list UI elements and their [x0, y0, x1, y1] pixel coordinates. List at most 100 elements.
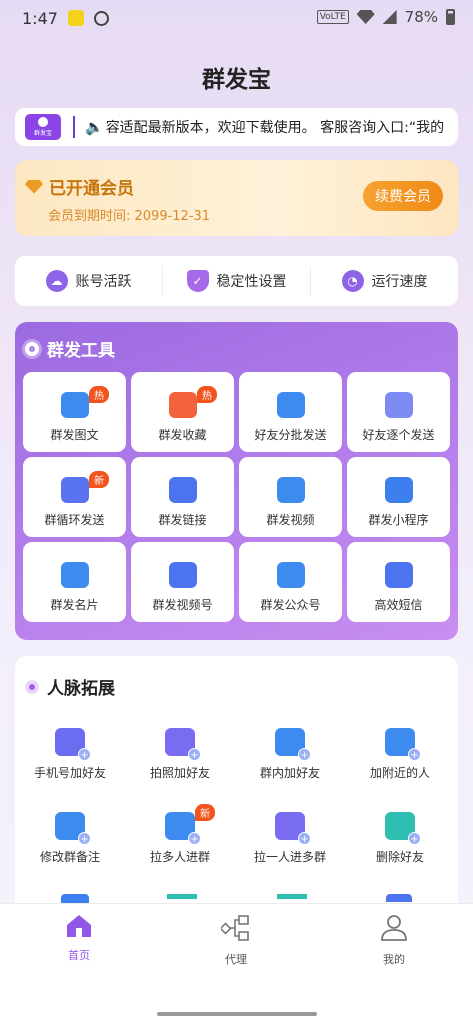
notice-divider: [73, 116, 75, 138]
renew-vip-button[interactable]: 续费会员: [363, 181, 443, 211]
network-expansion-section: 人脉拓展 + 手机号加好友 + 拍照加好友 + 群内加好友 + 加附近的人 + 修改群备注 + 新拉多…: [15, 656, 458, 916]
badge: 新: [89, 471, 109, 488]
gesture-home-bar[interactable]: [157, 1012, 317, 1016]
bottom-tab-bar: 首页 代理 我的: [0, 903, 473, 1024]
tool-label: 好友分批发送: [254, 428, 327, 442]
section-title: 人脉拓展: [47, 679, 115, 699]
network-item[interactable]: + 手机号加好友: [15, 726, 125, 810]
section-dot-icon: [25, 679, 39, 694]
tool-label: 群发视频号: [152, 598, 213, 612]
battery-level: 78%: [404, 8, 438, 26]
feature-label: 稳定性设置: [216, 274, 287, 290]
feature-stability[interactable]: ✓ 稳定性设置: [163, 266, 311, 296]
badge: 热: [89, 386, 109, 403]
mass-send-tools-section: 群发工具 热群发图文热群发收藏 好友分批发送 好友逐个发送新群循环发送 群发链接 群发视…: [15, 322, 458, 640]
network-item[interactable]: + 新拉多人进群: [125, 804, 235, 894]
plus-icon: +: [298, 832, 311, 845]
account-active-icon: ☁: [45, 270, 68, 292]
batch-send-icon: [276, 392, 305, 418]
battery-icon: [446, 9, 455, 25]
feature-speed[interactable]: ◔ 运行速度: [311, 266, 458, 296]
tab-agent[interactable]: 代理: [196, 914, 276, 967]
network-item[interactable]: + 拍照加好友: [125, 726, 235, 810]
tab-mine[interactable]: 我的: [354, 914, 434, 967]
logo-text: 群发宝: [33, 130, 52, 137]
paper-plane-icon: [384, 477, 413, 503]
home-icon: [67, 915, 91, 937]
network-item[interactable]: + 拉一人进多群: [235, 810, 345, 894]
tool-tile[interactable]: 群发视频: [239, 457, 342, 537]
profile-icon: [381, 915, 407, 941]
plus-icon: +: [78, 748, 91, 761]
section-title: 群发工具: [47, 341, 115, 361]
notice-bar[interactable]: 群发宝 🔈 容适配最新版本，欢迎下载使用。 客服咨询入口:“我的: [15, 108, 458, 146]
tool-tile[interactable]: 群发名片: [23, 542, 126, 622]
network-item[interactable]: + 加附近的人: [345, 726, 455, 810]
plus-icon: +: [408, 832, 421, 845]
badge: 新: [195, 804, 215, 821]
tool-label: 群发图文: [50, 428, 99, 442]
tool-tile[interactable]: 群发链接: [131, 457, 234, 537]
badge: 热: [197, 386, 217, 403]
tool-tile[interactable]: 热群发图文: [23, 372, 126, 452]
signal-icon: [382, 10, 397, 24]
tool-label: 群发小程序: [368, 513, 429, 527]
network-grid: + 手机号加好友 + 拍照加好友 + 群内加好友 + 加附近的人 + 修改群备注 + 新拉多人进群 + 拉…: [15, 726, 458, 894]
vip-title-row: 已开通会员: [25, 174, 134, 199]
plus-icon: +: [298, 748, 311, 761]
tool-tile[interactable]: 好友逐个发送: [347, 372, 450, 452]
chat-bubble-icon: [60, 392, 89, 418]
plus-icon: +: [188, 748, 201, 761]
tool-tile[interactable]: 热群发收藏: [131, 372, 234, 452]
logo-person-icon: [38, 117, 48, 127]
section-dot-icon: [25, 341, 39, 356]
feature-strip: ☁ 账号活跃 ✓ 稳定性设置 ◔ 运行速度: [15, 256, 458, 306]
speaker-icon: 🔈: [85, 118, 104, 136]
section-header: 人脉拓展: [25, 674, 115, 699]
tool-label: 群发链接: [158, 513, 207, 527]
star-folder-icon: [168, 392, 197, 418]
volte-indicator: VoLTE: [316, 10, 349, 24]
tool-tile[interactable]: 新群循环发送: [23, 457, 126, 537]
vip-card: 已开通会员 会员到期时间: 2099-12-31 续费会员: [15, 160, 458, 236]
network-item[interactable]: + 群内加好友: [235, 726, 345, 810]
link-icon: [168, 477, 197, 503]
tab-label: 代理: [225, 953, 247, 966]
official-account-icon: [276, 562, 305, 588]
dnd-icon: [93, 10, 109, 26]
network-label: 加附近的人: [369, 766, 430, 780]
tool-tile[interactable]: 好友分批发送: [239, 372, 342, 452]
feature-label: 运行速度: [371, 274, 428, 290]
tool-tile[interactable]: 群发小程序: [347, 457, 450, 537]
speedometer-icon: ◔: [341, 270, 364, 292]
feature-account-active[interactable]: ☁ 账号活跃: [15, 266, 163, 296]
edit-note-icon: +: [55, 812, 91, 845]
tool-tile[interactable]: 高效短信: [347, 542, 450, 622]
location-user-icon: +: [385, 728, 421, 761]
tool-label: 高效短信: [374, 598, 423, 612]
network-label: 拍照加好友: [149, 766, 210, 780]
network-item[interactable]: + 修改群备注: [15, 810, 125, 894]
tool-tile[interactable]: 群发公众号: [239, 542, 342, 622]
network-item[interactable]: + 删除好友: [345, 810, 455, 894]
sms-icon: [384, 562, 413, 588]
video-channel-icon: [168, 562, 197, 588]
wifi-icon: [356, 10, 375, 24]
tool-label: 群循环发送: [44, 513, 105, 527]
network-label: 删除好友: [375, 850, 424, 864]
tools-grid: 热群发图文热群发收藏 好友分批发送 好友逐个发送新群循环发送 群发链接 群发视频 群发小程…: [23, 372, 450, 622]
tab-home[interactable]: 首页: [39, 914, 119, 963]
notification-app-icon: [67, 10, 84, 26]
tool-label: 好友逐个发送: [362, 428, 435, 442]
feature-label: 账号活跃: [75, 274, 132, 290]
tool-label: 群发视频: [266, 513, 315, 527]
invite-many-icon: +: [165, 812, 201, 845]
plus-icon: +: [188, 832, 201, 845]
page-title: 群发宝: [202, 67, 271, 93]
tab-label: 首页: [68, 949, 90, 962]
tab-label: 我的: [383, 953, 405, 966]
tool-tile[interactable]: 群发视频号: [131, 542, 234, 622]
group-add-icon: +: [275, 728, 311, 761]
blue-icon: [386, 894, 412, 902]
plus-icon: +: [408, 748, 421, 761]
